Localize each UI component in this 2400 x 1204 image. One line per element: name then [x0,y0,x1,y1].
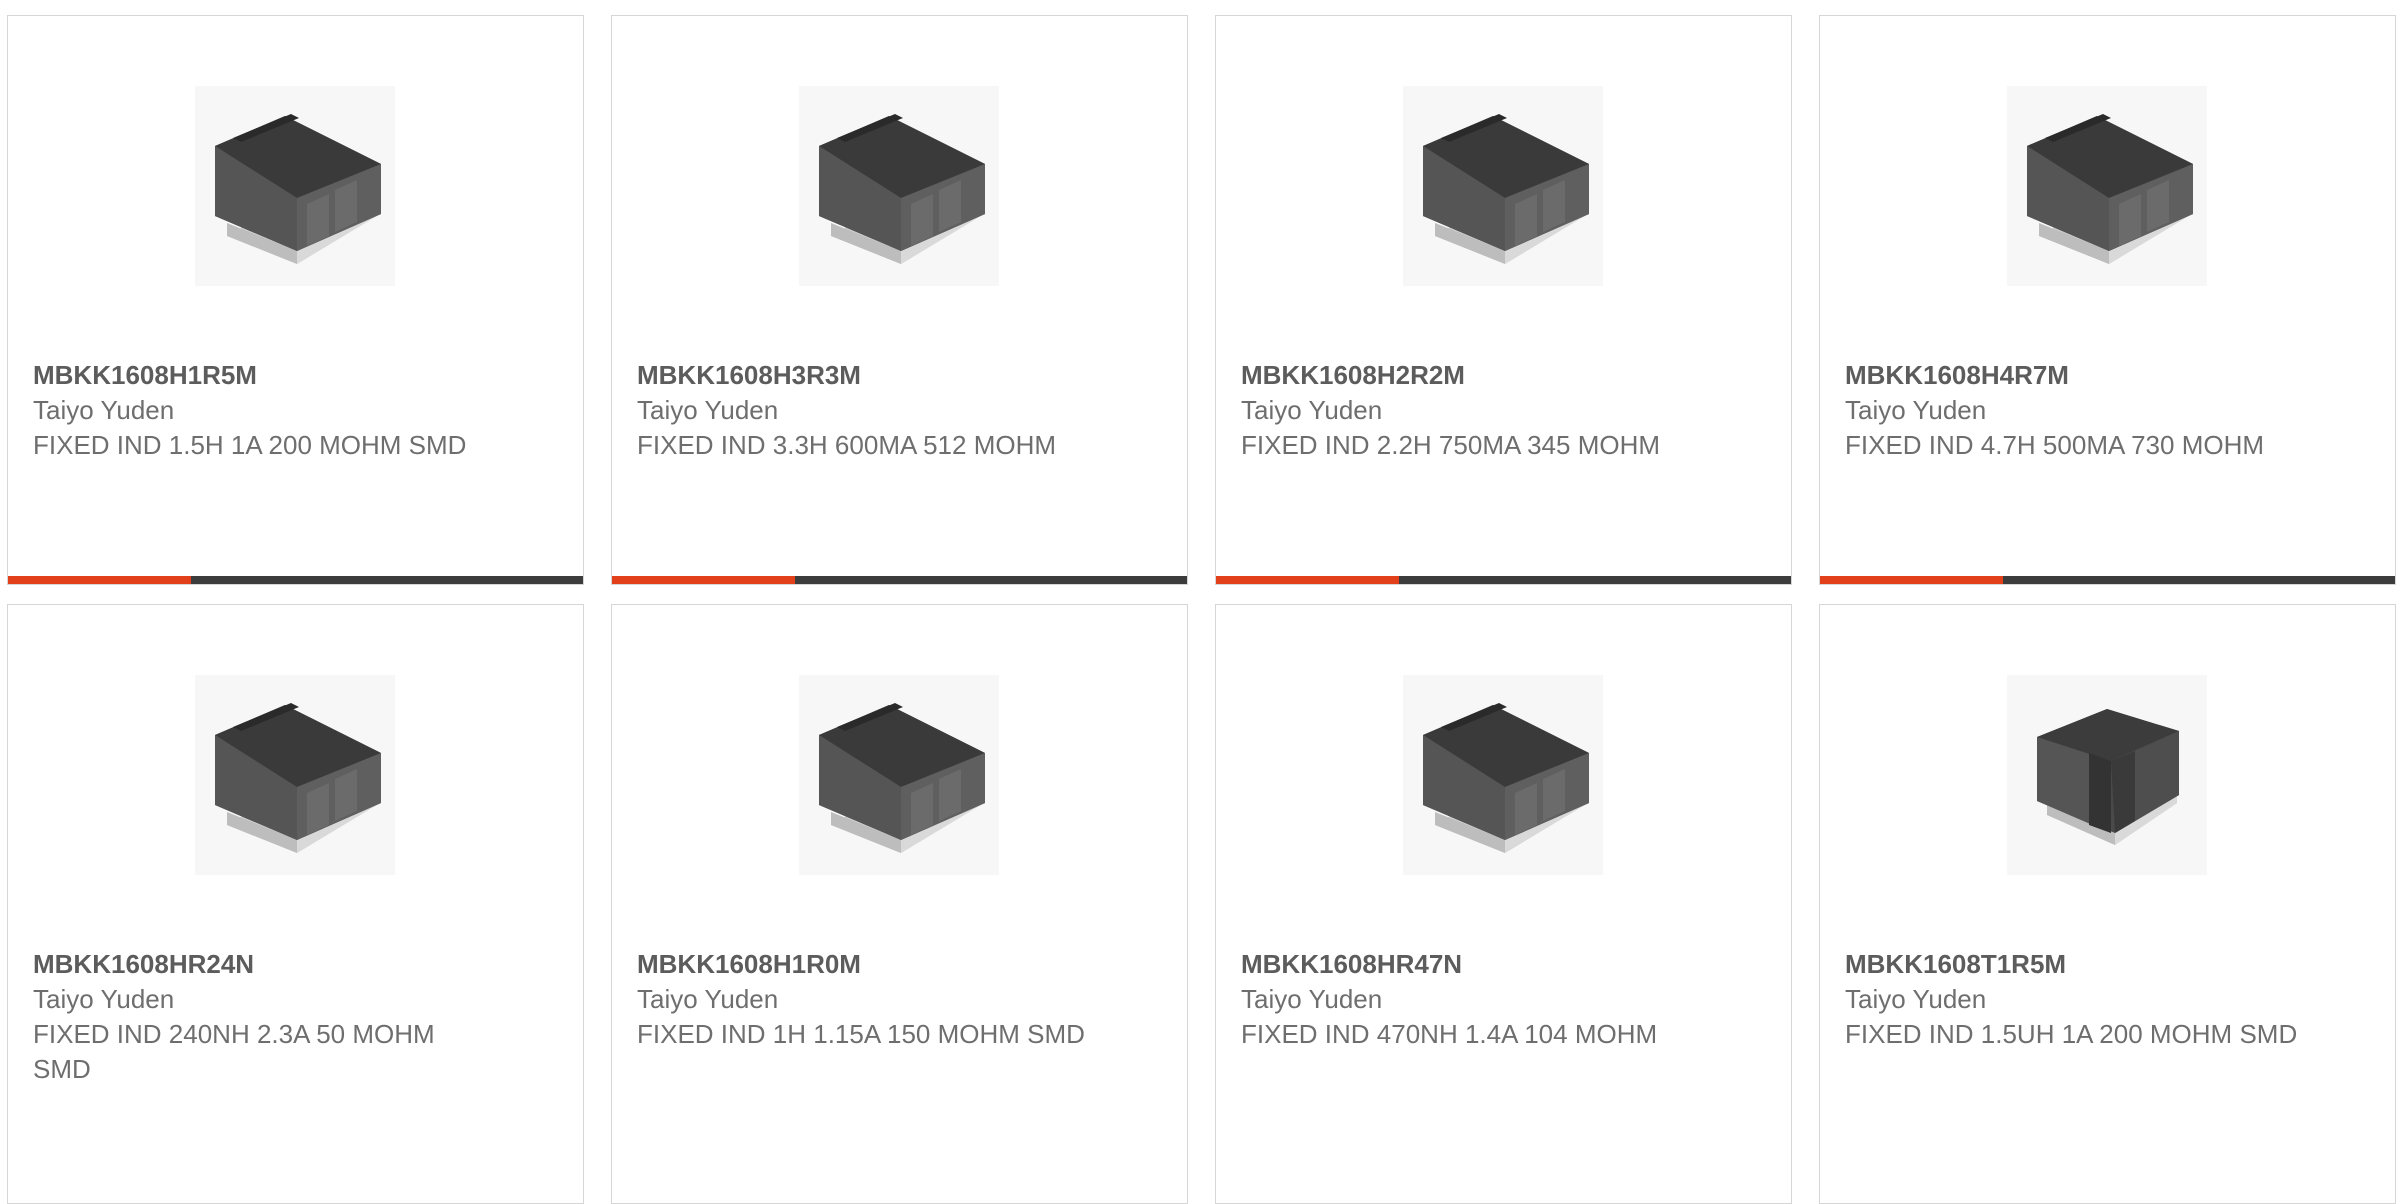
product-card[interactable]: MBKK1608HR47N Taiyo Yuden FIXED IND 470N… [1215,604,1792,1204]
part-number-link[interactable]: MBKK1608H4R7M [1845,358,2305,392]
part-number-link[interactable]: MBKK1608H2R2M [1241,358,1701,392]
part-number-link[interactable]: MBKK1608H1R5M [33,358,493,392]
product-image[interactable] [1403,86,1603,286]
product-description: FIXED IND 1H 1.15A 150 MOHM SMD [637,1019,1085,1049]
product-description: FIXED IND 1.5H 1A 200 MOHM SMD [33,430,467,460]
product-card[interactable]: MBKK1608H2R2M Taiyo Yuden FIXED IND 2.2H… [1215,15,1792,585]
part-number-link[interactable]: MBKK1608HR47N [1241,947,1701,981]
manufacturer: Taiyo Yuden [1845,984,1987,1014]
inductor-icon [215,703,381,853]
product-description: FIXED IND 470NH 1.4A 104 MOHM [1241,1019,1658,1049]
product-description: FIXED IND 3.3H 600MA 512 MOHM [637,430,1057,460]
part-number-link[interactable]: MBKK1608T1R5M [1845,947,2305,981]
inductor-icon [819,114,985,264]
product-image[interactable] [195,86,395,286]
manufacturer: Taiyo Yuden [637,984,779,1014]
product-card[interactable]: MBKK1608H1R5M Taiyo Yuden FIXED IND 1.5H… [7,15,584,585]
product-grid: MBKK1608H1R5M Taiyo Yuden FIXED IND 1.5H… [0,0,2400,1204]
manufacturer: Taiyo Yuden [33,395,175,425]
part-number-link[interactable]: MBKK1608H3R3M [637,358,1097,392]
inductor-icon [819,703,985,853]
card-accent-bar [1820,576,2395,584]
card-accent-bar [8,576,583,584]
product-card[interactable]: MBKK1608H3R3M Taiyo Yuden FIXED IND 3.3H… [611,15,1188,585]
product-card[interactable]: MBKK1608H4R7M Taiyo Yuden FIXED IND 4.7H… [1819,15,2396,585]
inductor-icon [1423,114,1589,264]
product-description: FIXED IND 240NH 2.3A 50 MOHM SMD [33,1019,435,1084]
product-description: FIXED IND 1.5UH 1A 200 MOHM SMD [1845,1019,2298,1049]
part-number-link[interactable]: MBKK1608H1R0M [637,947,1097,981]
manufacturer: Taiyo Yuden [33,984,175,1014]
product-image[interactable] [799,86,999,286]
product-description: FIXED IND 4.7H 500MA 730 MOHM [1845,430,2265,460]
product-card[interactable]: MBKK1608H1R0M Taiyo Yuden FIXED IND 1H 1… [611,604,1188,1204]
inductor-icon [2027,114,2193,264]
product-card[interactable]: MBKK1608T1R5M Taiyo Yuden FIXED IND 1.5U… [1819,604,2396,1204]
product-image[interactable] [195,675,395,875]
product-description: FIXED IND 2.2H 750MA 345 MOHM [1241,430,1661,460]
card-accent-bar [612,576,1187,584]
card-accent-bar [1216,576,1791,584]
manufacturer: Taiyo Yuden [1241,984,1383,1014]
product-card[interactable]: MBKK1608HR24N Taiyo Yuden FIXED IND 240N… [7,604,584,1204]
manufacturer: Taiyo Yuden [1241,395,1383,425]
inductor-icon [1423,703,1589,853]
product-image[interactable] [799,675,999,875]
product-image[interactable] [1403,675,1603,875]
inductor-icon [215,114,381,264]
manufacturer: Taiyo Yuden [637,395,779,425]
manufacturer: Taiyo Yuden [1845,395,1987,425]
part-number-link[interactable]: MBKK1608HR24N [33,947,493,981]
product-image[interactable] [2007,86,2207,286]
inductor-icon [2037,709,2179,845]
product-image[interactable] [2007,675,2207,875]
